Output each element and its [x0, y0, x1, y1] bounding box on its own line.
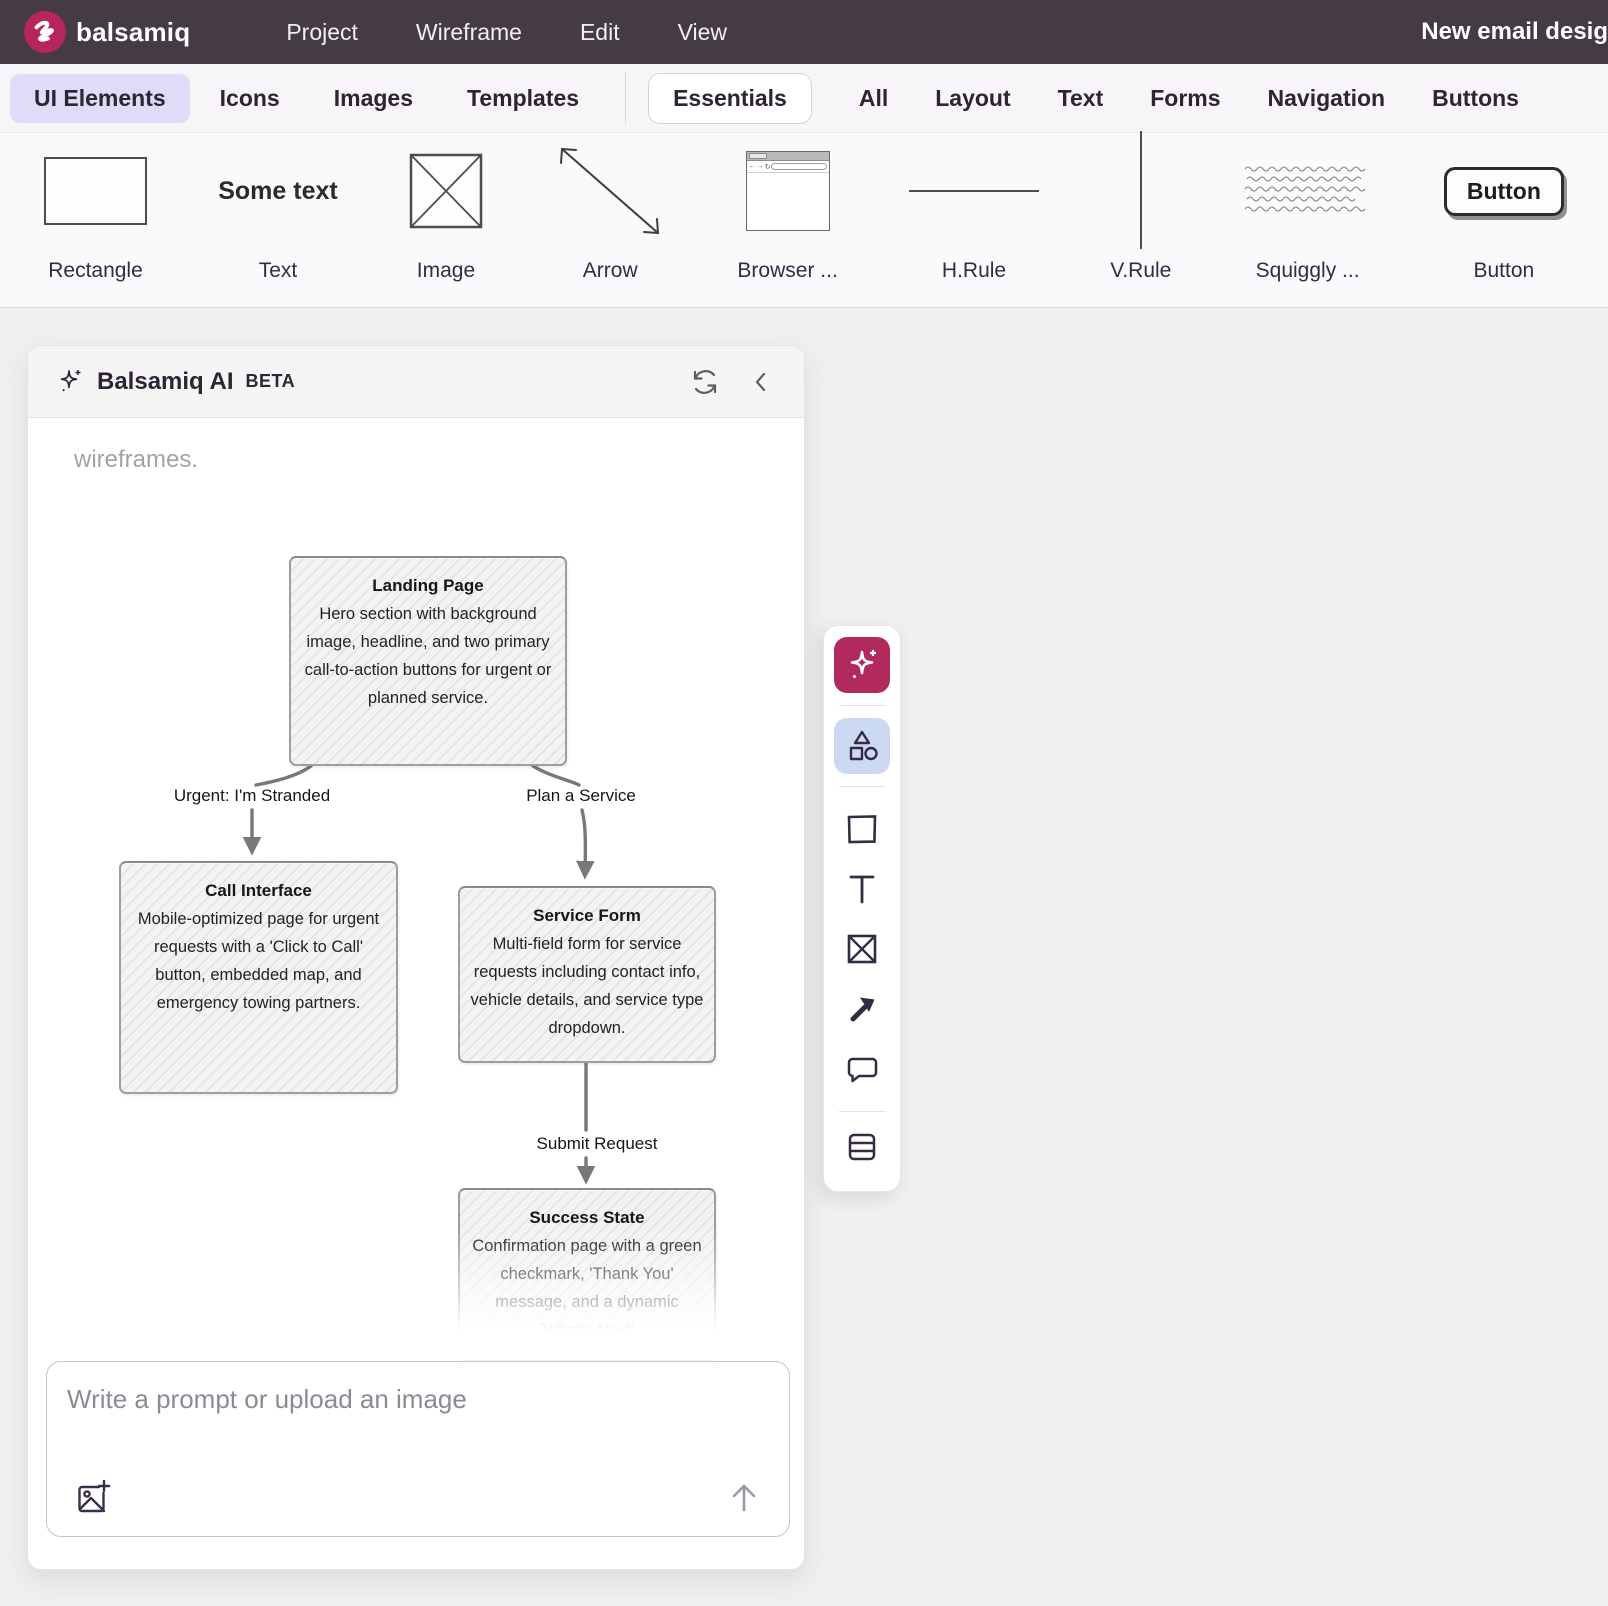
edge-label-urgent: Urgent: I'm Stranded — [174, 786, 330, 806]
filter-all[interactable]: All — [859, 74, 888, 123]
hrule-thumb-icon — [909, 133, 1039, 249]
arrow-tool-button[interactable] — [837, 986, 887, 1032]
ai-beta-badge: BETA — [246, 371, 296, 392]
shelf-item-arrow[interactable]: Arrow — [554, 133, 666, 307]
filter-essentials[interactable]: Essentials — [648, 73, 812, 124]
refresh-button[interactable] — [684, 361, 726, 403]
image-tool-button[interactable] — [837, 926, 887, 972]
library-tab-bar: UI Elements Icons Images Templates Essen… — [0, 64, 1608, 133]
image-thumb-icon — [409, 133, 483, 249]
shelf-item-vrule[interactable]: V.Rule — [1110, 133, 1171, 307]
menu-wireframe[interactable]: Wireframe — [416, 19, 522, 46]
rectangle-icon — [844, 811, 880, 847]
floating-toolbar — [823, 625, 901, 1192]
data-grid-tool-button[interactable] — [837, 1124, 887, 1170]
send-arrow-icon — [725, 1479, 763, 1517]
prompt-input[interactable] — [47, 1362, 789, 1466]
button-thumb-icon: Button — [1444, 133, 1564, 249]
arrow-icon — [845, 992, 879, 1026]
prompt-actions — [47, 1470, 789, 1536]
shapes-icon — [843, 727, 881, 765]
filter-buttons[interactable]: Buttons — [1432, 74, 1519, 123]
send-prompt-button[interactable] — [719, 1473, 769, 1523]
ai-sparkle-icon — [844, 646, 880, 684]
top-menu-bar: balsamiq Project Wireframe Edit View New… — [0, 0, 1608, 64]
filter-layout[interactable]: Layout — [935, 74, 1010, 123]
balsamiq-app: balsamiq Project Wireframe Edit View New… — [0, 0, 1608, 1606]
toolbar-divider — [839, 705, 885, 706]
flow-node-call-interface: Call Interface Mobile-optimized page for… — [119, 861, 398, 1094]
tab-ui-elements[interactable]: UI Elements — [10, 74, 190, 123]
arrow-thumb-icon — [554, 133, 666, 249]
flow-node-service-form: Service Form Multi-field form for servic… — [458, 886, 716, 1063]
text-thumb-icon: Some text — [218, 133, 337, 249]
ai-prompt-box — [46, 1361, 790, 1537]
tab-templates[interactable]: Templates — [443, 74, 603, 123]
filter-text[interactable]: Text — [1058, 74, 1104, 123]
image-icon — [844, 931, 880, 967]
comment-icon — [844, 1051, 880, 1087]
text-icon — [845, 872, 879, 906]
text-tool-button[interactable] — [837, 866, 887, 912]
shelf-item-rectangle[interactable]: Rectangle — [44, 133, 147, 307]
ui-element-shelf: Rectangle Some text Text Image — [0, 133, 1608, 308]
refresh-icon — [690, 367, 720, 397]
chevron-left-icon — [750, 369, 772, 395]
balsamiq-logo[interactable]: balsamiq — [24, 11, 190, 53]
brand-name: balsamiq — [76, 17, 190, 48]
comment-tool-button[interactable] — [837, 1046, 887, 1092]
upload-image-button[interactable] — [67, 1472, 119, 1524]
edge-label-submit-request: Submit Request — [537, 1134, 658, 1154]
ai-sparkle-icon — [56, 367, 84, 397]
menu-project[interactable]: Project — [286, 19, 358, 46]
vrule-thumb-icon — [1140, 131, 1142, 249]
balsamiq-ai-panel: Balsamiq AI BETA — [27, 345, 805, 1570]
collapse-panel-button[interactable] — [744, 363, 778, 401]
balsamiq-logo-icon — [24, 11, 66, 53]
edge-label-plan-service: Plan a Service — [526, 786, 636, 806]
tab-images[interactable]: Images — [310, 74, 437, 123]
ai-panel-header: Balsamiq AI BETA — [28, 346, 804, 418]
document-title: New email desig — [1421, 0, 1608, 64]
ai-panel-body: wireframes. — [28, 418, 804, 1570]
toolbar-divider — [839, 786, 885, 787]
squiggly-thumb-icon — [1243, 133, 1373, 249]
image-upload-icon — [73, 1478, 113, 1518]
ai-generate-button[interactable] — [834, 637, 890, 693]
tab-filter-divider — [625, 72, 626, 124]
menu-items: Project Wireframe Edit View — [286, 19, 727, 46]
shelf-item-image[interactable]: Image — [409, 133, 483, 307]
wireframe-canvas[interactable]: Balsamiq AI BETA — [0, 308, 1608, 1606]
menu-view[interactable]: View — [678, 19, 727, 46]
shelf-item-button[interactable]: Button Button — [1444, 133, 1564, 307]
rectangle-tool-button[interactable] — [837, 806, 887, 852]
data-grid-icon — [844, 1129, 880, 1165]
flow-node-landing-page: Landing Page Hero section with backgroun… — [289, 556, 567, 766]
flow-node-success-state: Success State Confirmation page with a g… — [458, 1188, 716, 1360]
shape-library-button[interactable] — [834, 718, 890, 774]
shelf-item-squiggly[interactable]: Squiggly ... — [1243, 133, 1373, 307]
ai-panel-title: Balsamiq AI — [97, 368, 234, 396]
filter-forms[interactable]: Forms — [1150, 74, 1220, 123]
shelf-item-browser[interactable]: ←→↻ Browser ... — [737, 133, 837, 307]
shelf-item-text[interactable]: Some text Text — [218, 133, 337, 307]
rectangle-thumb-icon — [44, 133, 147, 249]
toolbar-divider — [839, 1111, 885, 1112]
shelf-item-hrule[interactable]: H.Rule — [909, 133, 1039, 307]
tab-icons[interactable]: Icons — [196, 74, 304, 123]
menu-edit[interactable]: Edit — [580, 19, 620, 46]
filter-navigation[interactable]: Navigation — [1268, 74, 1386, 123]
browser-thumb-icon: ←→↻ — [746, 133, 830, 249]
